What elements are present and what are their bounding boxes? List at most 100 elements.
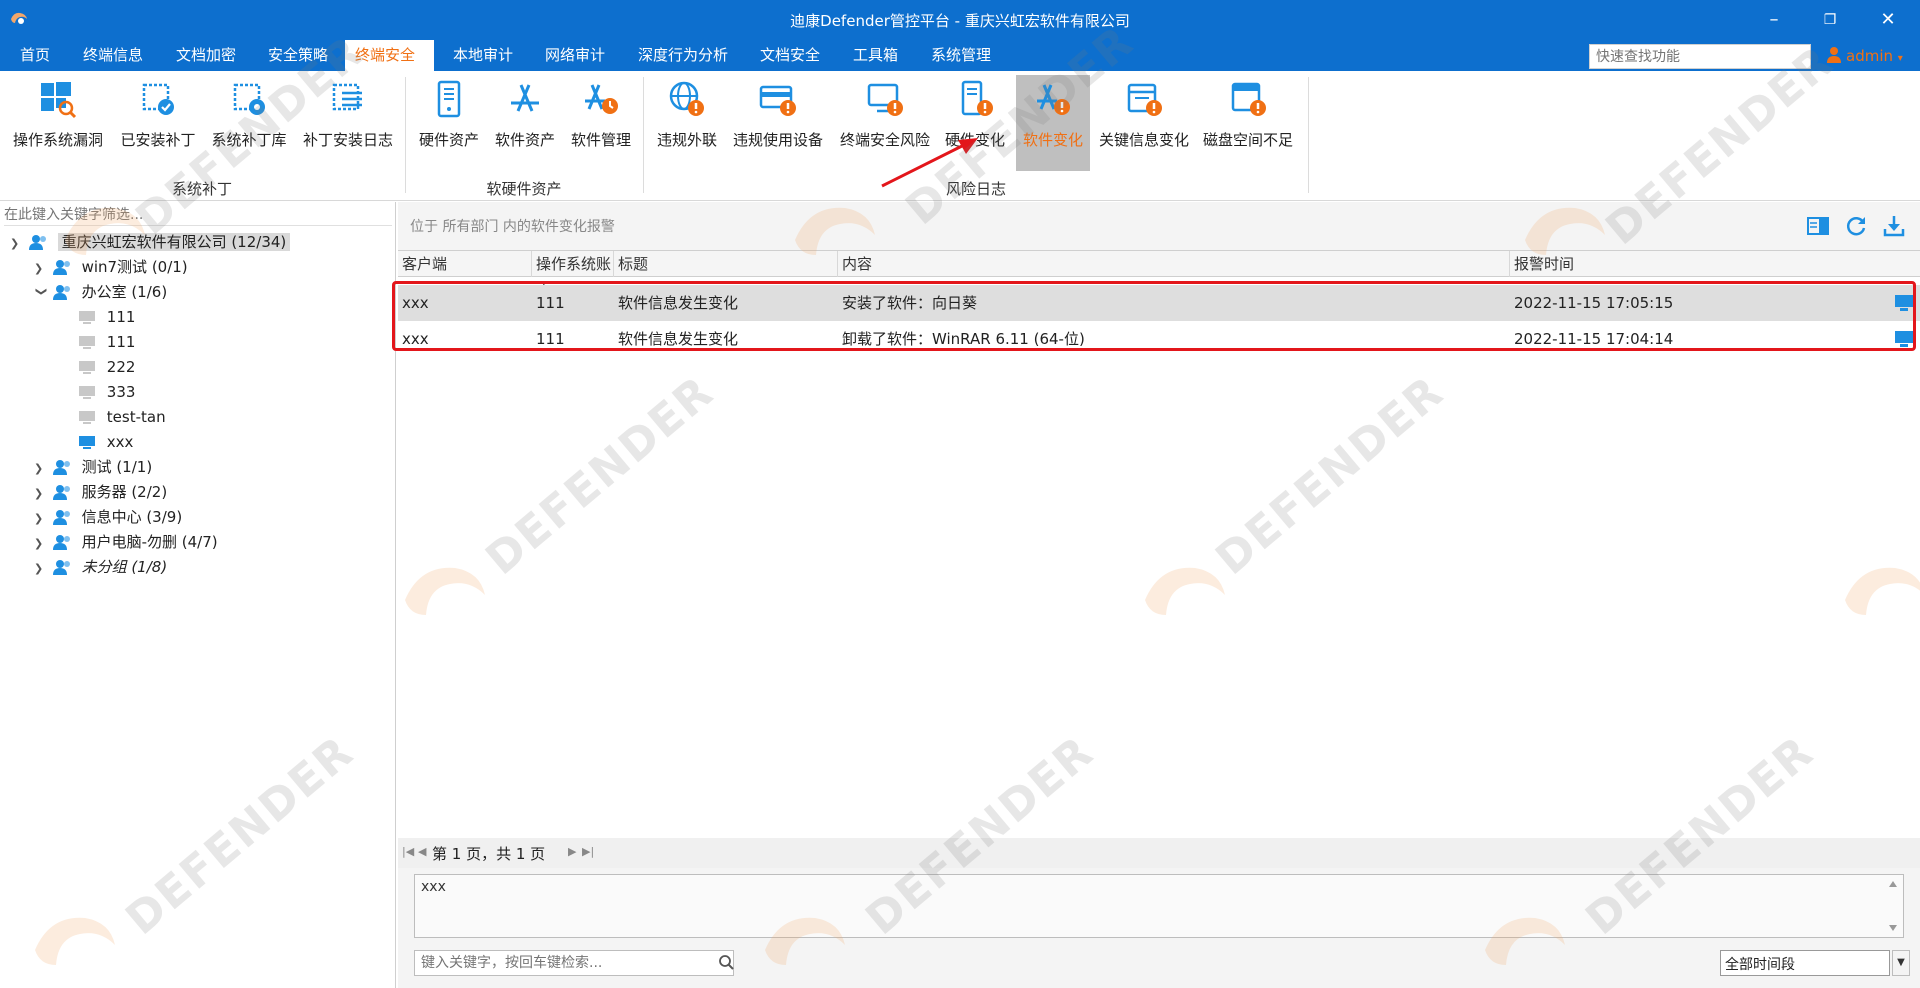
ribbon-installed-patch-button[interactable]: 已安装补丁 (118, 75, 198, 171)
server-alert-icon (961, 80, 993, 116)
computer-offline-icon (79, 311, 95, 324)
menu-terminal-info[interactable]: 终端信息 (73, 40, 153, 71)
ribbon-group-label: 软硬件资产 (486, 180, 562, 198)
ribbon-os-vulnerability-button[interactable]: 操作系统漏洞 (10, 75, 106, 171)
chevron-right-icon[interactable]: ❯ (34, 507, 48, 531)
patch-gear-icon (233, 83, 265, 115)
last-page-icon[interactable]: ▶| (582, 845, 594, 858)
keyword-search-input[interactable] (414, 950, 734, 976)
user-group-icon (52, 560, 70, 575)
column-header-client[interactable]: 客户端 (398, 251, 532, 277)
column-layout-icon[interactable] (1806, 214, 1830, 238)
chevron-down-icon[interactable]: ❯ (10, 232, 24, 256)
ribbon-illegal-device-button[interactable]: 违规使用设备 (730, 75, 826, 171)
column-header-account[interactable]: 操作系统账户 (532, 251, 614, 299)
ribbon-software-change-button[interactable]: 软件变化 (1016, 75, 1090, 171)
download-icon[interactable] (1882, 214, 1906, 238)
computer-offline-icon (79, 336, 95, 349)
menu-security-policy[interactable]: 安全策略 (258, 40, 338, 71)
tree-node-label: 111 (106, 308, 136, 326)
prev-page-icon[interactable]: ◀ (418, 845, 426, 858)
ribbon-disk-space-button[interactable]: 磁盘空间不足 (1200, 75, 1296, 171)
tree-node-computer[interactable]: 222 (78, 355, 135, 379)
ribbon-patch-log-button[interactable]: 补丁安装日志 (300, 75, 396, 171)
device-card-alert-icon (759, 85, 796, 116)
chevron-right-icon[interactable]: ❯ (34, 257, 48, 281)
refresh-icon[interactable] (1844, 214, 1868, 238)
tree-node-label: 服务器 (2/2) (81, 483, 168, 501)
ribbon-software-assets-button[interactable]: 软件资产 (490, 75, 560, 171)
chevron-right-icon[interactable]: ❯ (34, 482, 48, 506)
menu-bar: 首页 终端信息 文档加密 安全策略 终端安全 本地审计 网络审计 深度行为分析 … (0, 40, 1920, 71)
detail-text: xxx (421, 879, 446, 895)
menu-doc-encryption[interactable]: 文档加密 (166, 40, 246, 71)
vertical-scrollbar[interactable] (1885, 877, 1901, 935)
next-page-icon[interactable]: ▶ (568, 845, 576, 858)
ribbon-label: 已安装补丁 (120, 131, 196, 149)
ribbon-divider (643, 77, 644, 193)
menu-system-admin[interactable]: 系统管理 (921, 40, 1001, 71)
column-header-content[interactable]: 内容 (838, 251, 1510, 277)
menu-home[interactable]: 首页 (10, 40, 60, 71)
close-button[interactable]: ✕ (1876, 8, 1900, 32)
menu-toolbox[interactable]: 工具箱 (843, 40, 908, 71)
column-header-time[interactable]: 报警时间 (1510, 251, 1920, 277)
tree-node-label: xxx (106, 433, 134, 451)
minimize-button[interactable]: – (1762, 8, 1786, 32)
time-range-select[interactable]: 全部时间段 (1720, 950, 1890, 976)
tree-node-group[interactable]: ❯ 测试 (1/1) (34, 455, 152, 479)
app-store-icon (511, 84, 539, 112)
tree-node-computer[interactable]: 333 (78, 380, 135, 404)
ribbon-label: 软件管理 (570, 131, 631, 149)
tree-node-label: win7测试 (0/1) (81, 258, 188, 276)
restore-button[interactable]: ❐ (1818, 8, 1842, 32)
ribbon-divider (1308, 77, 1309, 193)
menu-local-audit[interactable]: 本地审计 (443, 40, 523, 71)
user-name: admin (1846, 47, 1893, 65)
chevron-down-icon[interactable]: ❯ (29, 287, 53, 301)
menu-network-audit[interactable]: 网络审计 (535, 40, 615, 71)
tree-node-computer[interactable]: 111 (78, 330, 135, 354)
tree-node-group[interactable]: ❯ 未分组 (1/8) (34, 555, 167, 579)
user-menu[interactable]: admin ▾ (1826, 46, 1903, 65)
column-header-title[interactable]: 标题 (614, 251, 838, 277)
chevron-right-icon[interactable]: ❯ (34, 557, 48, 581)
quick-search-input[interactable] (1589, 44, 1811, 69)
user-icon (1827, 47, 1841, 63)
tree-node-computer[interactable]: test-tan (78, 405, 166, 429)
chevron-right-icon[interactable]: ❯ (34, 457, 48, 481)
tree-node-label: 信息中心 (3/9) (81, 508, 183, 526)
tree-node-group[interactable]: ❯ 服务器 (2/2) (34, 480, 167, 504)
first-page-icon[interactable]: |◀ (402, 845, 414, 858)
tree-node-group[interactable]: ❯ win7测试 (0/1) (34, 255, 188, 279)
detail-preview[interactable]: xxx (414, 874, 1904, 938)
ribbon-label: 软件变化 (1022, 131, 1083, 149)
tree-node-label: 333 (106, 383, 136, 401)
ribbon-label: 关键信息变化 (1098, 131, 1189, 149)
ribbon-label: 操作系统漏洞 (12, 131, 103, 149)
tree-filter-input[interactable] (4, 204, 392, 226)
tree-node-computer[interactable]: xxx (78, 430, 133, 454)
ribbon-hardware-assets-button[interactable]: 硬件资产 (414, 75, 484, 171)
tree-node-label: 111 (106, 333, 136, 351)
ribbon-software-management-button[interactable]: 软件管理 (566, 75, 636, 171)
chevron-down-icon[interactable]: ▼ (1892, 950, 1910, 976)
ribbon-illegal-outreach-button[interactable]: 违规外联 (650, 75, 724, 171)
menu-terminal-security[interactable]: 终端安全 (345, 40, 434, 71)
ribbon-key-info-change-button[interactable]: 关键信息变化 (1096, 75, 1192, 171)
search-icon[interactable] (716, 952, 736, 974)
ribbon-label: 违规外联 (656, 131, 717, 149)
tree-node-group[interactable]: ❯ 信息中心 (3/9) (34, 505, 182, 529)
tree-node-group[interactable]: ❯ 用户电脑-勿删 (4/7) (34, 530, 218, 554)
patch-log-icon (332, 83, 362, 111)
user-group-icon (52, 285, 70, 300)
chevron-right-icon[interactable]: ❯ (34, 532, 48, 556)
menu-behavior-analysis[interactable]: 深度行为分析 (628, 40, 738, 71)
menu-doc-security[interactable]: 文档安全 (750, 40, 830, 71)
ribbon-patch-library-button[interactable]: 系统补丁库 (208, 75, 290, 171)
tree-root-node[interactable]: ❯ 重庆兴虹宏软件有限公司 (12/34) (10, 230, 291, 256)
tree-node-computer[interactable]: 111 (78, 305, 135, 329)
tree-node-group[interactable]: ❯ 办公室 (1/6) (34, 280, 167, 304)
computer-offline-icon (79, 361, 95, 374)
tree-node-label: 办公室 (1/6) (81, 283, 168, 301)
